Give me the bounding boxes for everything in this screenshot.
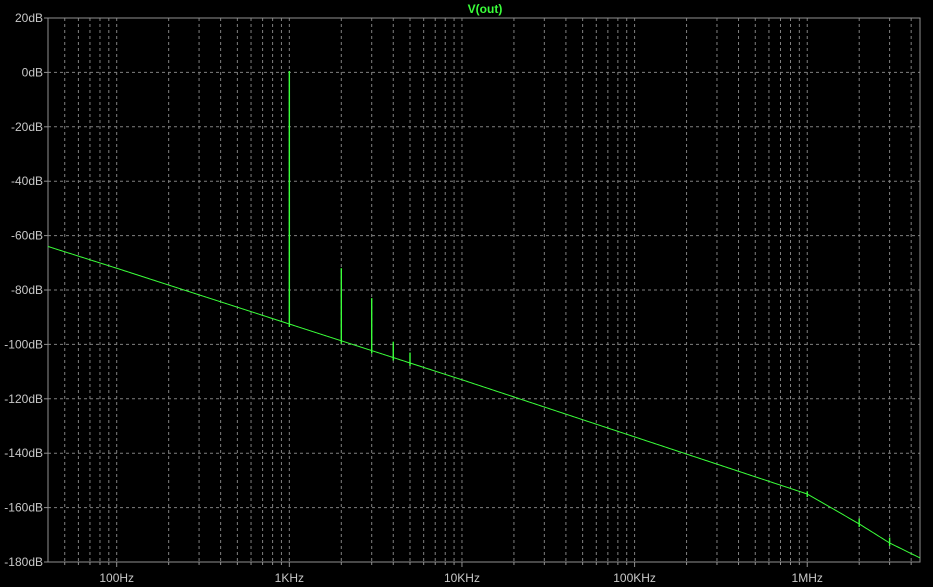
x-tick-label: 100Hz — [99, 571, 134, 585]
y-axis-labels: 20dB 0dB -20dB -40dB -60dB -80dB -100dB -120dB -… — [4, 11, 43, 569]
x-axis-labels: 100Hz 1KHz 10KHz 100KHz 1MHz — [99, 571, 823, 585]
y-tick-label: -80dB — [11, 283, 43, 297]
y-tick-label: -40dB — [11, 174, 43, 188]
plot-grid — [48, 18, 920, 562]
y-tick-label: -20dB — [11, 120, 43, 134]
chart-svg: V(out) 20dB 0dB -20dB -40dB -60dB -80dB -100dB… — [4, 2, 921, 585]
y-tick-label: -60dB — [11, 229, 43, 243]
x-tick-label: 1KHz — [275, 571, 304, 585]
y-tick-label: -140dB — [4, 446, 43, 460]
plot-frame — [47, 17, 921, 563]
x-tick-label: 10KHz — [444, 571, 480, 585]
y-tick-label: -160dB — [4, 501, 43, 515]
y-tick-label: 20dB — [15, 11, 43, 25]
axis-ticks — [44, 17, 912, 567]
chart-title: V(out) — [468, 2, 503, 16]
y-tick-label: -180dB — [4, 555, 43, 569]
y-tick-label: -100dB — [4, 337, 43, 351]
y-tick-label: -120dB — [4, 392, 43, 406]
x-tick-label: 100KHz — [613, 571, 656, 585]
series-line-vout — [47, 246, 921, 559]
x-tick-label: 1MHz — [792, 571, 823, 585]
y-tick-label: 0dB — [22, 65, 43, 79]
series-layer — [47, 71, 921, 559]
